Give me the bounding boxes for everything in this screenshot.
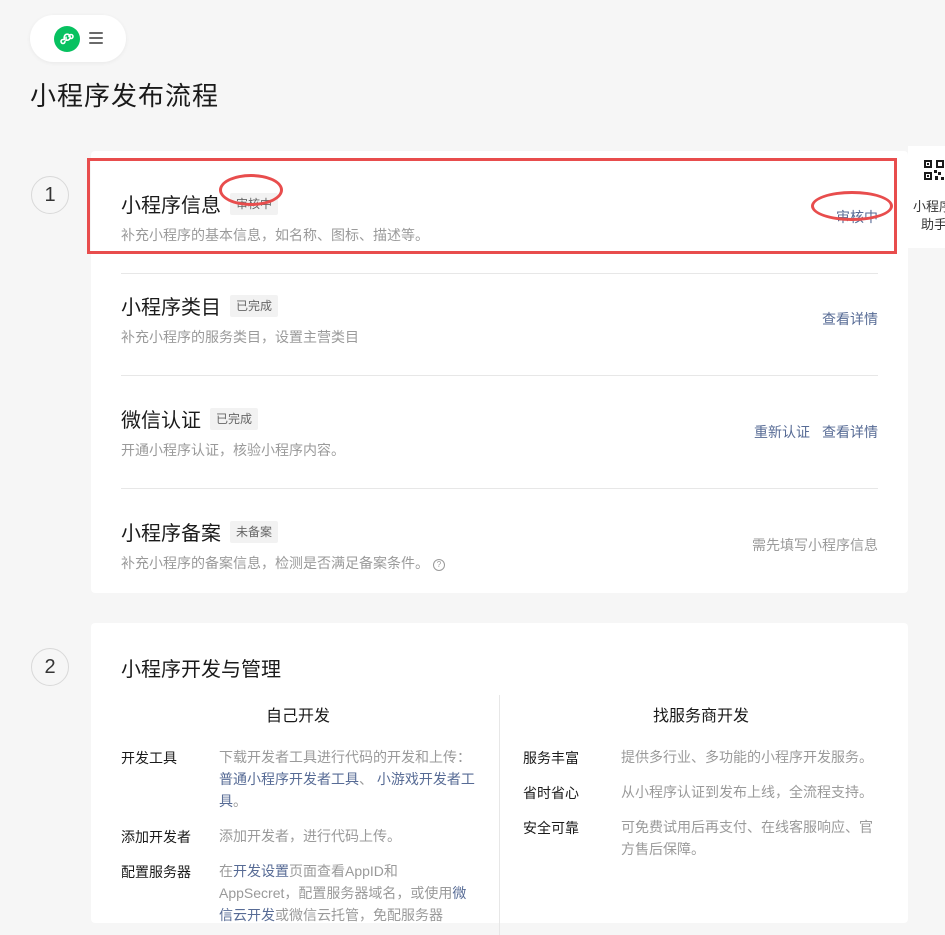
page-title: 小程序发布流程	[30, 81, 220, 111]
reviewing-link[interactable]: 审核中	[836, 207, 878, 227]
status-badge: 已完成	[210, 407, 259, 430]
side-panel-label: 小程序 助手	[913, 198, 945, 234]
step-number-1: 1	[31, 176, 69, 214]
row-title: 小程序备案	[121, 523, 221, 545]
status-badge: 未备案	[230, 520, 279, 543]
row-wechat-verification: 微信认证 已完成 开通小程序认证，核验小程序内容。 重新认证 查看详情	[121, 376, 878, 489]
filing-hint-text: 需先填写小程序信息	[752, 537, 878, 553]
section-title: 小程序开发与管理	[121, 659, 281, 681]
row-title: 小程序信息	[121, 195, 221, 217]
item-label: 安全可靠	[523, 820, 579, 836]
help-icon[interactable]: ?	[433, 559, 445, 571]
item-desc-text: 下载开发者工具进行代码的开发和上传：	[219, 749, 471, 765]
item-desc-text: 在	[219, 863, 233, 879]
menu-icon[interactable]	[89, 32, 103, 47]
item-description: 可免费试用后再支付、在线客服响应、官方售后保障。	[621, 819, 873, 857]
item-label: 添加开发者	[121, 829, 191, 845]
row-category: 小程序类目 已完成 补充小程序的服务类目，设置主营类目 查看详情	[121, 263, 878, 376]
miniprogram-logo-icon	[54, 26, 80, 52]
separator: 、	[359, 771, 373, 787]
row-description: 补充小程序的备案信息，检测是否满足备案条件。?	[121, 553, 445, 573]
item-description: 从小程序认证到发布上线，全流程支持。	[621, 784, 873, 800]
view-details-link[interactable]: 查看详情	[822, 309, 878, 329]
item-description: 下载开发者工具进行代码的开发和上传：普通小程序开发者工具、 小游戏开发者工具。	[219, 746, 475, 812]
self-develop-title: 自己开发	[266, 708, 331, 725]
row-miniprogram-info: 小程序信息 审核中 补充小程序的基本信息，如名称、图标、描述等。 审核中	[121, 161, 878, 274]
view-details-link[interactable]: 查看详情	[822, 422, 878, 442]
reverify-link[interactable]: 重新认证	[754, 422, 810, 442]
step2-card: 小程序开发与管理 自己开发 找服务商开发 开发工具 下载开发者工具进行代码的开发…	[91, 623, 908, 935]
row-title: 小程序类目	[121, 297, 221, 319]
item-desc-suffix: 。	[233, 793, 247, 809]
step1-card: 小程序信息 审核中 补充小程序的基本信息，如名称、图标、描述等。 审核中 小程序…	[91, 151, 908, 593]
item-description: 提供多行业、多功能的小程序开发服务。	[621, 749, 873, 765]
row-description: 补充小程序的服务类目，设置主营类目	[121, 329, 359, 345]
dev-tools-link[interactable]: 普通小程序开发者工具	[219, 771, 359, 787]
dev-settings-link[interactable]: 开发设置	[233, 863, 289, 879]
row-title: 微信认证	[121, 410, 201, 432]
side-panel-line1: 小程序	[913, 199, 945, 214]
qr-code-icon	[924, 160, 944, 180]
item-description: 在开发设置页面查看AppID和AppSecret，配置服务器域名，或使用微信云开…	[219, 860, 475, 926]
vendor-develop-title: 找服务商开发	[653, 708, 750, 725]
side-panel-line2: 助手	[921, 217, 945, 232]
app-logo-menu[interactable]	[30, 15, 126, 62]
status-badge: 已完成	[230, 294, 279, 317]
row-description: 补充小程序的基本信息，如名称、图标、描述等。	[121, 227, 429, 243]
step-number-2: 2	[31, 648, 69, 686]
item-label: 服务丰富	[523, 750, 579, 766]
item-label: 开发工具	[121, 750, 177, 766]
column-divider	[499, 695, 500, 935]
item-description: 添加开发者，进行代码上传。	[219, 828, 401, 844]
row-description: 开通小程序认证，核验小程序内容。	[121, 442, 345, 458]
row-description-text: 补充小程序的备案信息，检测是否满足备案条件。	[121, 555, 429, 571]
status-badge: 审核中	[230, 192, 279, 215]
item-label: 省时省心	[523, 785, 579, 801]
row-filing: 小程序备案 未备案 补充小程序的备案信息，检测是否满足备案条件。? 需先填写小程…	[121, 489, 878, 593]
item-desc-suffix: 或微信云托管，免配服务器	[275, 907, 443, 923]
assistant-side-panel[interactable]: 小程序 助手	[908, 146, 945, 248]
item-label: 配置服务器	[121, 864, 191, 880]
